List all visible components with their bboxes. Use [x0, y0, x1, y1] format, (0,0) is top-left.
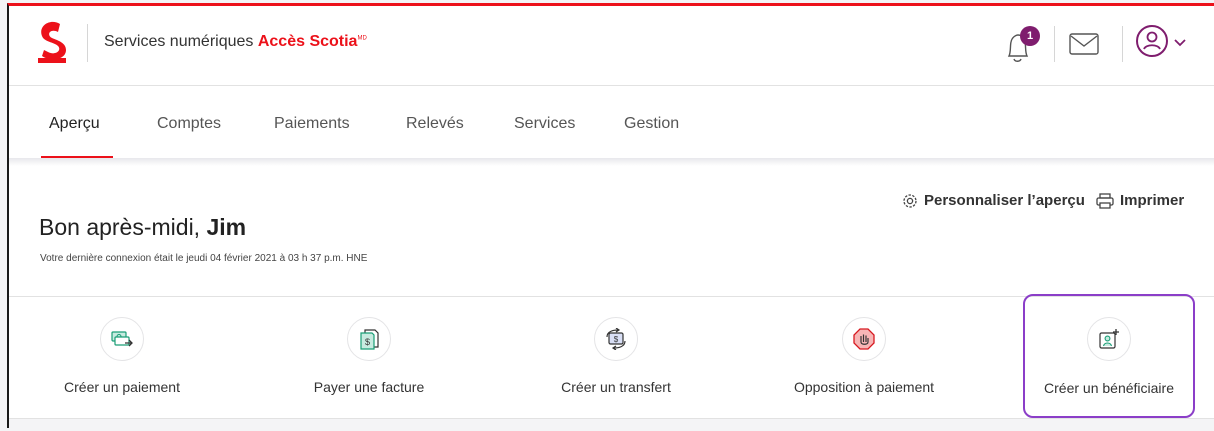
tab-apercu[interactable]: Aperçu — [49, 115, 100, 133]
quick-action-create-transfer[interactable]: $ Créer un transfert — [516, 297, 716, 417]
quick-action-create-payment[interactable]: Créer un paiement — [22, 297, 222, 417]
app-window: Services numériques Accès ScotiaMD 1 Ape… — [7, 3, 1214, 431]
stop-payment-icon — [853, 328, 875, 350]
app-brand: Services numériques Accès ScotiaMD — [104, 33, 367, 51]
quick-action-stop-payment[interactable]: Opposition à paiement — [764, 297, 964, 417]
add-payee-icon — [1099, 329, 1119, 349]
print-label: Imprimer — [1120, 192, 1185, 209]
bottom-strip — [9, 418, 1214, 431]
header-divider — [1122, 26, 1123, 62]
personalize-overview-link[interactable]: Personnaliser l’aperçu — [902, 192, 1085, 209]
nav-shadow — [9, 158, 1214, 166]
main-nav: Aperçu Comptes Paiements Relevés Service… — [9, 87, 1214, 161]
bill-icon: $ — [360, 329, 379, 350]
quick-action-label: Créer un paiement — [64, 379, 180, 395]
brand-strong: Accès Scotia — [257, 33, 358, 50]
notifications-button[interactable]: 1 — [999, 26, 1043, 66]
tab-releves[interactable]: Relevés — [406, 115, 464, 133]
tab-gestion[interactable]: Gestion — [624, 115, 679, 133]
quick-action-icon-circle — [100, 317, 144, 361]
notification-badge: 1 — [1020, 26, 1040, 46]
brand-divider — [87, 24, 88, 62]
tab-paiements[interactable]: Paiements — [274, 115, 350, 133]
quick-action-icon-circle — [842, 317, 886, 361]
tab-comptes[interactable]: Comptes — [157, 115, 221, 133]
greeting-name: Jim — [206, 214, 247, 240]
greeting-prefix: Bon après-midi, — [39, 214, 207, 240]
header-divider — [1054, 26, 1055, 62]
quick-action-label: Payer une facture — [313, 379, 425, 395]
personalize-label: Personnaliser l’aperçu — [924, 192, 1085, 209]
payment-icon — [111, 331, 133, 347]
scotiabank-logo-icon[interactable] — [36, 20, 70, 64]
svg-text:$: $ — [365, 337, 370, 347]
quick-action-label: Créer un bénéficiaire — [1044, 380, 1174, 396]
printer-icon — [1096, 192, 1114, 209]
mail-icon[interactable] — [1069, 33, 1099, 55]
quick-action-create-payee[interactable]: Créer un bénéficiaire — [1023, 294, 1195, 418]
quick-action-label: Créer un transfert — [561, 379, 671, 395]
greeting: Bon après-midi, Jim — [39, 214, 246, 241]
chevron-down-icon[interactable] — [1173, 38, 1187, 48]
quick-action-pay-bill[interactable]: $ Payer une facture — [269, 297, 469, 417]
last-login-text: Votre dernière connexion était le jeudi … — [40, 253, 368, 264]
quick-action-label: Opposition à paiement — [793, 379, 935, 395]
quick-action-icon-circle — [1087, 317, 1131, 361]
user-icon[interactable] — [1135, 24, 1169, 58]
brand-trademark: MD — [357, 35, 367, 42]
quick-action-icon-circle: $ — [594, 317, 638, 361]
gear-icon — [903, 193, 917, 208]
svg-text:$: $ — [614, 335, 619, 344]
transfer-icon: $ — [606, 328, 626, 350]
print-link[interactable]: Imprimer — [1096, 192, 1184, 209]
header: Services numériques Accès ScotiaMD 1 — [9, 6, 1214, 86]
quick-action-icon-circle: $ — [347, 317, 391, 361]
tab-services[interactable]: Services — [514, 115, 575, 133]
brand-prefix: Services numériques — [104, 33, 258, 50]
